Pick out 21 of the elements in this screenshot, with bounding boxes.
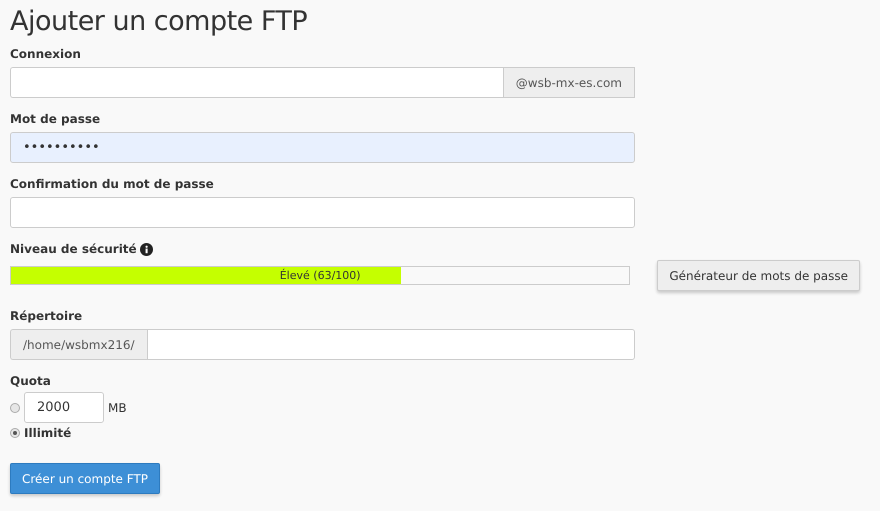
domain-suffix: @wsb-mx-es.com bbox=[502, 67, 635, 98]
info-icon[interactable] bbox=[140, 242, 153, 256]
unit-label: MB bbox=[108, 400, 127, 414]
field-label: Confirmation du mot de passe bbox=[10, 177, 215, 191]
directory-field[interactable] bbox=[146, 329, 635, 360]
field-label: Quota bbox=[10, 374, 52, 388]
quota-field[interactable]: 2000 bbox=[24, 392, 104, 423]
directory-prefix: /home/wsbmx216/ bbox=[10, 329, 147, 360]
field-label: Connexion bbox=[10, 47, 82, 61]
field-label: Répertoire bbox=[10, 309, 84, 323]
password-generator-button[interactable]: Générateur de mots de passe bbox=[657, 260, 860, 291]
field-label: Mot de passe bbox=[10, 112, 102, 126]
radio-button[interactable] bbox=[10, 428, 20, 438]
strength-reading: Élevé (63/100) bbox=[278, 268, 362, 284]
page-title: Ajouter un compte FTP bbox=[10, 6, 308, 37]
confirm-password-field[interactable] bbox=[10, 197, 635, 228]
option-label: Illimité bbox=[24, 426, 72, 440]
field-label: Niveau de sécurité bbox=[10, 242, 137, 256]
password-field[interactable]: •••••••••• bbox=[10, 132, 635, 163]
radio-button[interactable] bbox=[10, 402, 20, 412]
login-field[interactable] bbox=[10, 67, 503, 98]
